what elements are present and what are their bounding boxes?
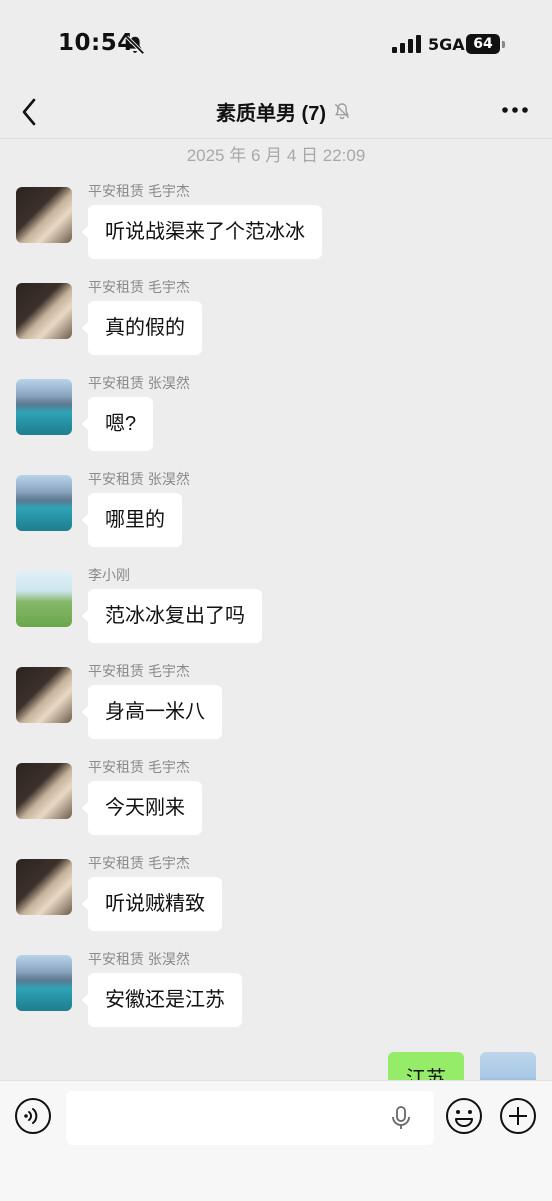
avatar[interactable] (16, 859, 72, 915)
chat-timestamp: 2025 年 6 月 4 日 22:09 (186, 146, 366, 165)
avatar[interactable] (16, 187, 72, 243)
avatar[interactable] (16, 379, 72, 435)
plus-icon[interactable] (499, 1097, 537, 1135)
chat-header: 素质单男 (7) (0, 88, 552, 139)
status-time: 10:54 (58, 30, 134, 56)
sender-name: 平安租赁 毛宇杰 (88, 855, 190, 871)
voice-mode-icon[interactable] (14, 1097, 52, 1135)
battery-icon: 64 (466, 34, 506, 54)
sender-name: 平安租赁 张淏然 (88, 375, 190, 391)
chat-title: 素质单男 (7) (216, 96, 352, 126)
avatar[interactable] (16, 955, 72, 1011)
sender-name: 平安租赁 毛宇杰 (88, 663, 190, 679)
status-bar: 10:54 5GA 64 (0, 0, 552, 88)
message-bubble[interactable]: 听说战渠来了个范冰冰 (82, 205, 322, 259)
message-bubble[interactable]: 安徽还是江苏 (82, 973, 242, 1027)
avatar[interactable] (16, 667, 72, 723)
message-input[interactable] (66, 1091, 434, 1145)
sender-name: 平安租赁 张淏然 (88, 951, 190, 967)
message-bubble[interactable]: 真的假的 (82, 301, 202, 355)
sender-name: 平安租赁 张淏然 (88, 471, 190, 487)
bell-off-icon (125, 35, 145, 55)
sender-name: 李小刚 (88, 567, 130, 583)
chat-title-text: 素质单男 (7) (216, 102, 326, 125)
sender-name: 平安租赁 毛宇杰 (88, 279, 190, 295)
more-options-icon[interactable] (498, 98, 532, 122)
avatar[interactable] (16, 763, 72, 819)
message-bubble[interactable]: 嗯? (81, 397, 154, 451)
message-bubble[interactable]: 哪里的 (82, 493, 182, 547)
sender-name: 平安租赁 毛宇杰 (88, 759, 190, 775)
network-label: 5GA (428, 35, 465, 54)
message-bubble[interactable]: 身高一米八 (82, 685, 222, 739)
back-arrow-icon[interactable] (14, 94, 46, 130)
input-bar (0, 1080, 552, 1201)
avatar[interactable] (16, 571, 72, 627)
sender-name: 平安租赁 毛宇杰 (88, 183, 190, 199)
emoji-icon[interactable] (445, 1097, 483, 1135)
avatar[interactable] (16, 283, 72, 339)
mute-bell-icon (334, 103, 350, 120)
message-bubble[interactable]: 今天刚来 (82, 781, 202, 835)
signal-icon (392, 35, 421, 53)
avatar[interactable] (16, 475, 72, 531)
microphone-icon[interactable] (390, 1105, 412, 1131)
battery-level: 64 (466, 34, 500, 54)
message-bubble[interactable]: 听说贼精致 (82, 877, 222, 931)
message-bubble[interactable]: 范冰冰复出了吗 (82, 589, 262, 643)
